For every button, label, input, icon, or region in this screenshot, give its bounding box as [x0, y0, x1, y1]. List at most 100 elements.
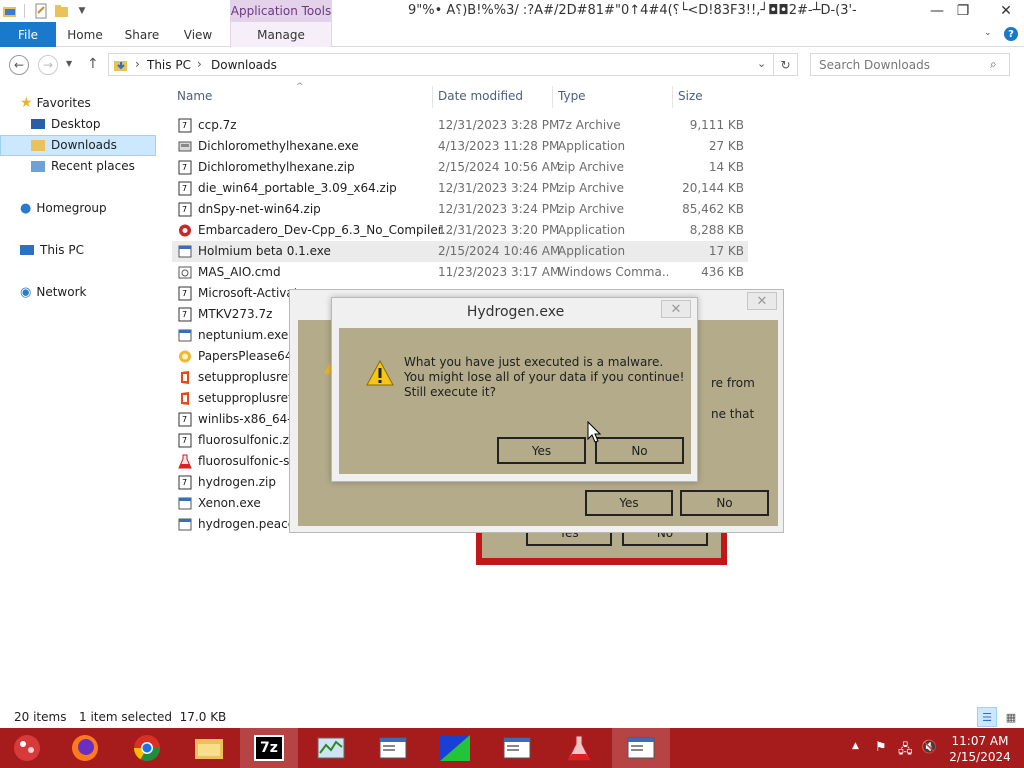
sidebar-item-recent[interactable]: Recent places [31, 156, 135, 176]
file-row[interactable]: 7 die_win64_portable_3.09_x64.zip 12/31/20… [172, 178, 748, 199]
selection-info: 1 item selected 17.0 KB [79, 710, 227, 724]
dialog-no-button[interactable]: No [595, 437, 684, 464]
refresh-button[interactable]: ↻ [774, 53, 798, 76]
breadcrumb-downloads[interactable]: Downloads [211, 58, 277, 72]
taskbar-file-explorer[interactable] [180, 728, 238, 768]
column-header-size[interactable]: Size [678, 89, 703, 103]
show-hidden-icons-icon[interactable]: ▲ [852, 741, 859, 751]
file-row[interactable]: Embarcadero_Dev-Cpp_6.3_No_Compiler... 12… [172, 220, 748, 241]
svg-text:7: 7 [182, 478, 187, 487]
recent-locations-icon[interactable]: ▼ [66, 59, 72, 68]
file-type: Application [558, 139, 626, 153]
address-bar[interactable]: › This PC › Downloads ⌄ [108, 53, 774, 76]
column-divider[interactable] [552, 86, 553, 108]
tab-share[interactable]: Share [118, 22, 166, 47]
sidebar-item-thispc[interactable]: This PC [20, 240, 84, 260]
file-row[interactable]: MAS_AIO.cmd 11/23/2023 3:17 AM Windows Com… [172, 262, 748, 283]
taskbar-window-5[interactable] [612, 728, 670, 768]
file-row[interactable]: Dichloromethylhexane.exe 4/13/2023 11:28 … [172, 136, 748, 157]
start-button[interactable] [0, 728, 54, 768]
close-button[interactable]: ✕ [988, 0, 1024, 22]
file-type: Windows Comma... [558, 265, 668, 279]
file-date: 2/15/2024 10:56 AM [438, 160, 561, 174]
up-button[interactable]: ↑ [87, 56, 99, 72]
clock[interactable]: 11:07 AM 2/15/2024 [948, 733, 1012, 765]
app-window-icon [503, 737, 531, 759]
network-tray-icon[interactable]: 🖧 [898, 740, 913, 762]
column-divider[interactable] [432, 86, 433, 108]
taskbar-7zip[interactable]: 7z [240, 728, 298, 768]
file-size: 27 KB [708, 139, 744, 153]
gear-icon [178, 265, 192, 280]
chevron-right-icon[interactable]: › [135, 57, 140, 71]
gradient-app-icon [440, 735, 470, 761]
column-header-date[interactable]: Date modified [438, 89, 523, 103]
back-button[interactable]: ← [9, 55, 29, 75]
details-view-icon[interactable]: ☰ [977, 707, 997, 727]
file-size: 14 KB [708, 160, 744, 174]
dialog-message-line1: What you have just executed is a malware… [404, 355, 664, 369]
chevron-down-icon[interactable]: ▼ [74, 3, 90, 19]
search-icon[interactable]: ⌕ [990, 57, 997, 72]
search-input[interactable]: Search Downloads [810, 53, 1010, 76]
dialog-close-button[interactable]: ✕ [661, 300, 691, 318]
new-folder-icon[interactable] [54, 3, 70, 19]
column-divider[interactable] [672, 86, 673, 108]
dialog-message-line2: You might lose all of your data if you c… [404, 370, 685, 384]
tab-manage[interactable]: Manage [230, 22, 332, 47]
file-row[interactable]: 7 dnSpy-net-win64.zip 12/31/2023 3:24 PM zi… [172, 199, 748, 220]
sidebar-item-favorites[interactable]: ★ Favorites [20, 93, 91, 113]
folder-icon [2, 3, 18, 19]
taskbar-window-4[interactable] [550, 728, 608, 768]
sidebar-item-downloads[interactable]: Downloads [31, 135, 117, 155]
file-name: Dichloromethylhexane.exe [198, 139, 359, 153]
taskbar-firefox[interactable] [56, 728, 114, 768]
file-row[interactable]: Holmium beta 0.1.exe 2/15/2024 10:46 AM Ap… [172, 241, 748, 262]
file-type: zip Archive [558, 202, 624, 216]
archive-icon: 7 [178, 307, 192, 322]
column-header-type[interactable]: Type [558, 89, 586, 103]
task-manager-icon [317, 737, 345, 759]
taskbar-window-1[interactable] [364, 728, 422, 768]
svg-text:7: 7 [182, 436, 187, 445]
taskbar-window-3[interactable] [488, 728, 546, 768]
separator [22, 3, 26, 19]
forward-button[interactable]: → [38, 55, 58, 75]
back-dialog-text: ne that [711, 407, 755, 421]
file-row[interactable]: 7 ccp.7z 12/31/2023 3:28 PM 7z Archive 9,111… [172, 115, 748, 136]
chevron-right-icon[interactable]: › [197, 57, 202, 71]
volume-muted-icon[interactable]: 🔇 [921, 740, 937, 755]
chevron-down-icon[interactable]: ⌄ [757, 57, 766, 70]
help-icon[interactable]: ? [1004, 27, 1018, 41]
back-dialog-no-button[interactable]: No [680, 490, 769, 516]
taskbar-window-2[interactable] [426, 728, 484, 768]
svg-text:7: 7 [182, 310, 187, 319]
minimize-button[interactable]: — [924, 0, 950, 22]
dialog-yes-button[interactable]: Yes [497, 437, 586, 464]
restore-button[interactable]: ❐ [950, 0, 976, 22]
file-size: 17 KB [708, 244, 744, 258]
back-dialog-close-button[interactable]: ✕ [747, 292, 777, 310]
back-dialog-yes-button[interactable]: Yes [585, 490, 673, 516]
breadcrumb-thispc[interactable]: This PC [147, 58, 191, 72]
tab-view[interactable]: View [176, 22, 220, 47]
column-header-name[interactable]: Name [177, 89, 212, 103]
sidebar-item-desktop[interactable]: Desktop [31, 114, 101, 134]
app-icon [178, 139, 192, 154]
taskbar-task-manager[interactable] [302, 728, 360, 768]
action-center-flag-icon[interactable]: ⚑ [875, 740, 887, 755]
desktop-icon [31, 119, 45, 129]
properties-icon[interactable] [33, 3, 49, 19]
large-icons-view-icon[interactable]: ▦ [1001, 707, 1021, 727]
archive-icon: 7 [178, 286, 192, 301]
taskbar-chrome[interactable] [118, 728, 176, 768]
tab-file[interactable]: File [0, 22, 56, 47]
chevron-down-icon[interactable]: ⌄ [984, 28, 992, 38]
sidebar-item-homegroup[interactable]: ● Homegroup [20, 198, 107, 218]
warning-icon [366, 360, 394, 386]
file-row[interactable]: 7 Dichloromethylhexane.zip 2/15/2024 10:56… [172, 157, 748, 178]
tab-home[interactable]: Home [62, 22, 108, 47]
office-icon [178, 391, 192, 406]
dialog-title: Hydrogen.exe [466, 304, 565, 320]
sidebar-item-network[interactable]: ◉ Network [20, 282, 86, 302]
